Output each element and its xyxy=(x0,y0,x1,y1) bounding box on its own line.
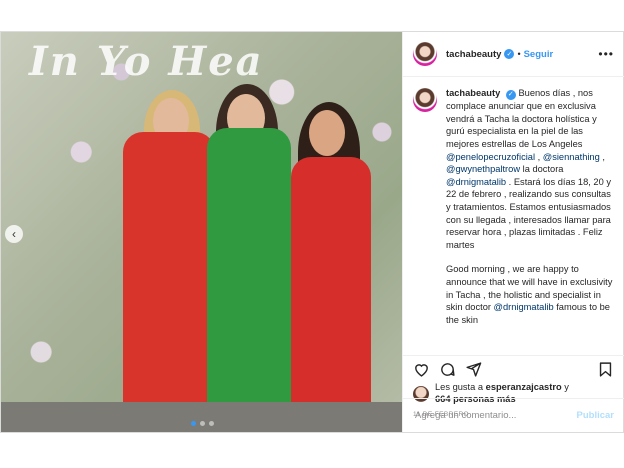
caption-comment: tachabeauty ✓ Buenos días , nos complace… xyxy=(413,87,614,326)
liker-username[interactable]: esperanzajcastro xyxy=(486,382,562,392)
caption-username[interactable]: tachabeauty xyxy=(446,88,500,98)
caption-area: tachabeauty ✓ Buenos días , nos complace… xyxy=(403,77,624,355)
mention-link[interactable]: @drnigmatalib xyxy=(494,302,554,312)
post-photo[interactable]: In Yo Hea ‹ xyxy=(1,32,402,432)
caption-rest: . Estará los días 18, 20 y 22 de febrero… xyxy=(446,176,611,250)
heart-icon[interactable] xyxy=(413,361,430,378)
follow-button[interactable]: Seguir xyxy=(524,49,554,60)
mention-link[interactable]: @penelopecruzoficial xyxy=(446,152,535,162)
prev-image-button[interactable]: ‹ xyxy=(5,225,23,243)
mention-link[interactable]: @drnigmatalib xyxy=(446,177,506,187)
mention-link[interactable]: @gwynethpaltrow xyxy=(446,164,520,174)
comment-icon[interactable] xyxy=(439,361,456,378)
post-header: tachabeauty ✓ • Seguir ••• xyxy=(403,32,624,77)
post-card: In Yo Hea ‹ tachabeauty ✓ • Seguir ••• t… xyxy=(0,31,624,433)
comment-input[interactable] xyxy=(413,409,577,422)
post-sidebar: tachabeauty ✓ • Seguir ••• tachabeauty ✓… xyxy=(402,32,624,432)
neon-sign: In Yo Hea xyxy=(29,38,264,85)
caption-sep: , xyxy=(599,151,605,162)
bookmark-icon[interactable] xyxy=(597,361,614,378)
caption-sep: , xyxy=(535,151,543,162)
avatar[interactable] xyxy=(413,42,437,66)
mention-link[interactable]: @siennathing xyxy=(543,152,600,162)
caption-english: Good morning , we are happy to announce … xyxy=(446,263,614,326)
separator-dot: • xyxy=(517,49,521,59)
carousel-dots xyxy=(191,421,214,426)
likes-prefix: Les gusta a xyxy=(435,382,486,392)
chevron-left-icon: ‹ xyxy=(12,227,16,241)
caption-text: tachabeauty ✓ Buenos días , nos complace… xyxy=(446,87,614,326)
verified-badge-icon: ✓ xyxy=(504,49,515,59)
floor xyxy=(1,402,402,432)
caption-avatar[interactable] xyxy=(413,88,437,112)
caption-mid: la doctora xyxy=(520,164,564,175)
share-icon[interactable] xyxy=(465,361,482,378)
add-comment-bar: Publicar xyxy=(403,398,624,432)
verified-badge-icon: ✓ xyxy=(505,90,516,101)
action-bar: Les gusta a esperanzajcastro y 664 perso… xyxy=(403,355,624,418)
header-username[interactable]: tachabeauty xyxy=(446,49,501,60)
ellipsis-icon[interactable]: ••• xyxy=(598,47,614,61)
likes-and: y xyxy=(561,382,569,392)
publish-button[interactable]: Publicar xyxy=(577,410,615,421)
